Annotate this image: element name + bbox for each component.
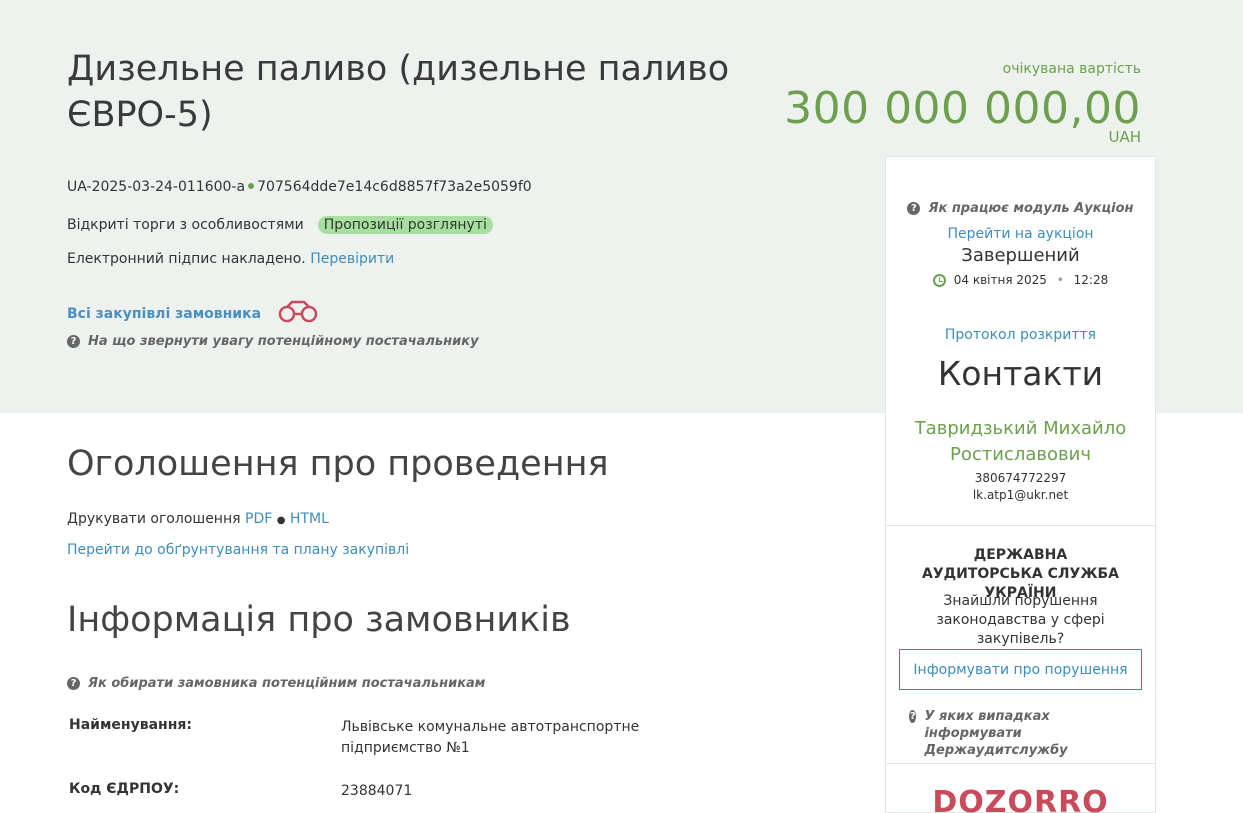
info-label: Код ЄДРПОУ: <box>69 781 180 797</box>
question-icon: ? <box>67 677 80 690</box>
customer-hint[interactable]: ? Як обирати замовника потенційним поста… <box>67 676 485 691</box>
verify-signature-link[interactable]: Перевірити <box>310 251 394 267</box>
signature-text: Електронний підпис накладено. <box>67 251 306 267</box>
sidebar-panel: ? Як працює модуль Аукціон Перейти на ау… <box>885 156 1156 813</box>
contact-phone: 380674772297 <box>974 471 1067 485</box>
audit-hint[interactable]: ? У яких випадках інформувати Держаудитс… <box>909 708 1139 759</box>
customers-title: Інформація про замовників <box>67 600 571 640</box>
procurement-plan-link[interactable]: Перейти до обґрунтування та плану закупі… <box>67 542 409 558</box>
contacts-title: Контакти <box>937 354 1104 393</box>
disclosure-protocol-link[interactable]: Протокол розкриття <box>886 327 1155 343</box>
question-icon: ? <box>907 202 921 215</box>
audit-hint-text: У яких випадках інформувати Держаудитслу… <box>924 709 1068 758</box>
tender-id-line: UA-2025-03-24-011600-a 707564dde7e14c6d88… <box>67 179 532 195</box>
report-violation-button[interactable]: Інформувати про порушення <box>899 649 1142 690</box>
signature-line: Електронний підпис накладено. Перевірити <box>67 251 394 267</box>
customer-hint-text: Як обирати замовника потенційним постача… <box>88 676 486 691</box>
print-label: Друкувати оголошення <box>67 511 241 527</box>
separator-dot <box>248 183 255 189</box>
tender-title: Дизельне паливо (дизельне паливо ЄВРО-5) <box>67 49 730 135</box>
contact-email: lk.atp1@ukr.net <box>972 488 1069 502</box>
print-html-link[interactable]: HTML <box>290 511 329 527</box>
dozorro-logo[interactable]: DOZORRO <box>886 785 1155 813</box>
supplier-hint[interactable]: ? На що звернути увагу потенційному пост… <box>67 334 479 349</box>
auction-datetime: 04 квітня 2025 • 12:28 <box>886 273 1155 287</box>
clock-icon <box>932 274 946 287</box>
separator-dot: ● <box>276 515 286 526</box>
question-icon: ? <box>67 335 80 348</box>
auction-date: 04 квітня 2025 <box>953 273 1047 287</box>
question-icon: ? <box>909 710 917 723</box>
go-to-auction-link[interactable]: Перейти на аукціон <box>886 226 1155 242</box>
print-announcement-line: Друкувати оголошення PDF ● HTML <box>67 511 329 527</box>
supplier-hint-text: На що звернути увагу потенційному постач… <box>88 334 479 349</box>
expected-value-amount: 300 000 000,00 <box>784 83 1141 134</box>
auction-status: Завершений <box>961 245 1080 266</box>
procedure-type: Відкриті торги з особливостями <box>67 217 304 233</box>
auction-hint-text: Як працює модуль Аукціон <box>928 201 1134 216</box>
expected-value-currency: UAH <box>1108 128 1141 146</box>
contact-name: Тавридзький Михайло Ростиславович <box>914 418 1127 465</box>
announcement-title: Оголошення про проведення <box>67 444 609 484</box>
binoculars-icon[interactable] <box>277 300 319 328</box>
expected-value-label: очікувана вартість <box>1002 61 1141 77</box>
procedure-line: Відкриті торги з особливостями Пропозиці… <box>67 216 493 234</box>
all-procurements-link[interactable]: Всі закупівлі замовника <box>67 306 261 322</box>
info-value: Львівське комунальне автотранспортне під… <box>341 719 640 756</box>
info-label: Найменування: <box>69 717 192 733</box>
audit-question: Знайшли порушення законодавства у сфері … <box>936 593 1105 647</box>
tender-id: UA-2025-03-24-011600-a <box>67 179 246 195</box>
tender-hash: 707564dde7e14c6d8857f73a2e5059f0 <box>257 179 532 195</box>
info-value: 23884071 <box>341 783 413 799</box>
auction-hint[interactable]: ? Як працює модуль Аукціон <box>886 196 1155 216</box>
divider <box>886 763 1155 764</box>
all-procurements-row: Всі закупівлі замовника <box>67 300 319 328</box>
print-pdf-link[interactable]: PDF <box>245 511 272 527</box>
divider <box>886 525 1155 526</box>
status-badge: Пропозиції розглянуті <box>317 216 493 234</box>
auction-time: 12:28 <box>1073 273 1109 287</box>
